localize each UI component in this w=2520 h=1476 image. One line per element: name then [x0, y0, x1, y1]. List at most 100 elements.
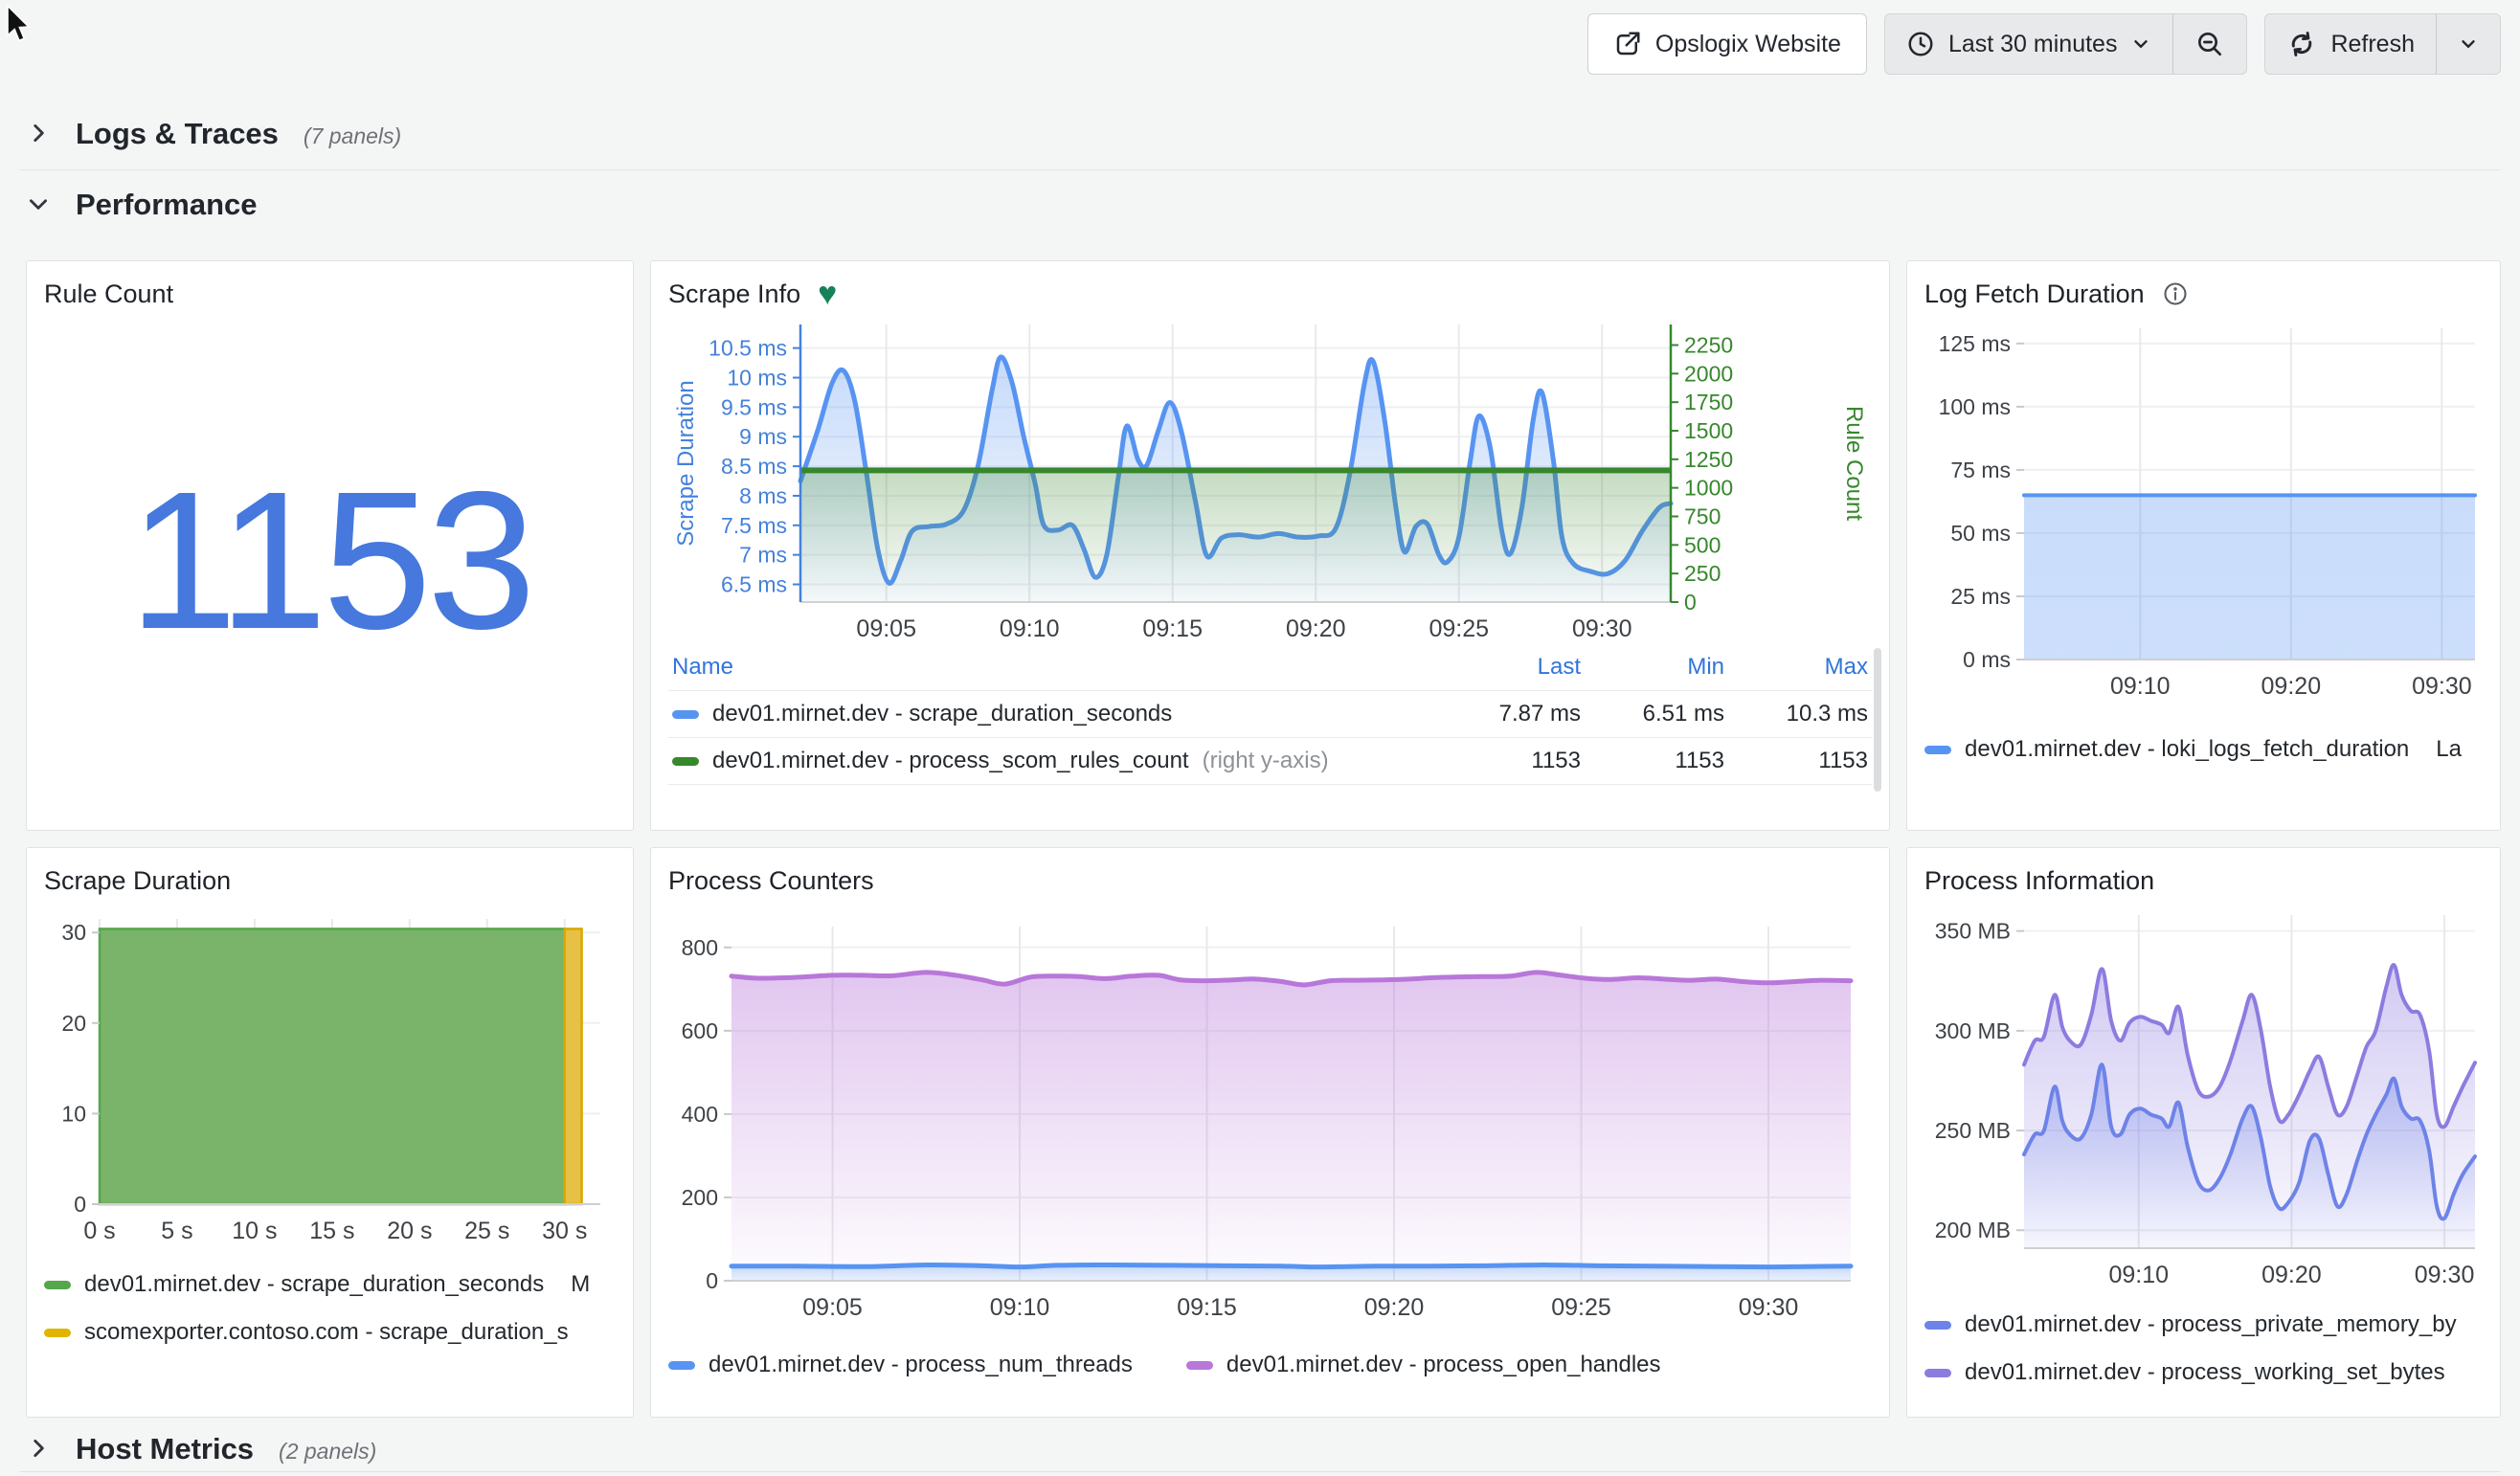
svg-text:09:30: 09:30 — [2412, 673, 2472, 700]
svg-text:09:20: 09:20 — [2261, 673, 2322, 700]
chevron-down-icon — [26, 191, 51, 216]
scrape-info-chart[interactable]: 10.5 ms10 ms9.5 ms9 ms8.5 ms8 ms7.5 ms7 … — [668, 319, 1868, 644]
legend-item[interactable]: dev01.mirnet.dev - scrape_duration_secon… — [44, 1264, 616, 1306]
series-swatch — [668, 1361, 695, 1370]
process-information-chart[interactable]: 350 MB300 MB250 MB200 MB09:1009:2009:30 — [1924, 907, 2485, 1290]
svg-text:7.5 ms: 7.5 ms — [721, 513, 787, 538]
svg-text:350 MB: 350 MB — [1935, 919, 2011, 944]
svg-text:200 MB: 200 MB — [1935, 1218, 2011, 1242]
panel-title[interactable]: Process Counters — [668, 866, 874, 896]
svg-text:50 ms: 50 ms — [1950, 521, 2011, 546]
svg-text:750: 750 — [1684, 503, 1721, 528]
row-panel-count: (7 panels) — [304, 123, 401, 149]
chevron-down-icon — [2458, 34, 2479, 55]
time-picker-group: Last 30 minutes — [1884, 13, 2248, 75]
mouse-cursor — [6, 6, 38, 44]
rule-count-stat-value: 1153 — [128, 448, 531, 674]
svg-text:25 ms: 25 ms — [1950, 584, 2011, 609]
series-name[interactable]: dev01.mirnet.dev - process_open_handles — [1226, 1352, 1661, 1378]
legend-item[interactable]: dev01.mirnet.dev - process_open_handles — [1186, 1344, 1661, 1386]
svg-text:09:15: 09:15 — [1177, 1294, 1237, 1321]
legend-item[interactable]: dev01.mirnet.dev - process_working_set_b… — [1924, 1352, 2483, 1394]
series-min: 1153 — [1585, 738, 1728, 785]
series-name[interactable]: dev01.mirnet.dev - scrape_duration_secon… — [84, 1271, 544, 1298]
row-panel-count: (2 panels) — [279, 1439, 376, 1465]
panel-title[interactable]: Scrape Info — [668, 280, 800, 309]
svg-text:200: 200 — [682, 1185, 718, 1210]
log-fetch-chart[interactable]: 125 ms100 ms75 ms50 ms25 ms0 ms09:1009:2… — [1924, 321, 2485, 704]
svg-text:09:05: 09:05 — [802, 1294, 863, 1321]
panel-scrape-info: Scrape Info ♥ 10.5 ms10 ms9.5 ms9 ms8.5 … — [650, 260, 1890, 831]
refresh-group: Refresh — [2264, 13, 2501, 75]
series-swatch — [1924, 1321, 1951, 1330]
series-swatch — [672, 757, 699, 766]
series-max: 10.3 ms — [1728, 691, 1872, 738]
time-range-button[interactable]: Last 30 minutes — [1885, 14, 2173, 74]
series-name[interactable]: dev01.mirnet.dev - scrape_duration_secon… — [712, 701, 1172, 727]
panel-title[interactable]: Rule Count — [44, 280, 173, 309]
scrape-duration-legend: dev01.mirnet.dev - scrape_duration_secon… — [44, 1264, 616, 1353]
svg-text:2000: 2000 — [1684, 361, 1733, 386]
series-swatch — [44, 1281, 71, 1289]
refresh-interval-button[interactable] — [2436, 14, 2500, 74]
svg-text:09:10: 09:10 — [990, 1294, 1050, 1321]
chevron-down-icon — [2130, 34, 2151, 55]
svg-text:20: 20 — [61, 1011, 86, 1036]
series-name[interactable]: dev01.mirnet.dev - process_private_memor… — [1965, 1311, 2457, 1338]
panel-title[interactable]: Log Fetch Duration — [1924, 280, 2145, 309]
scrape-duration-chart[interactable]: 30201000 s5 s10 s15 s20 s25 s30 s — [44, 907, 616, 1252]
row-performance[interactable]: Performance — [26, 188, 258, 222]
series-name[interactable]: dev01.mirnet.dev - process_num_threads — [709, 1352, 1133, 1378]
svg-text:8 ms: 8 ms — [739, 483, 787, 508]
refresh-button[interactable]: Refresh — [2265, 14, 2436, 74]
opslogix-website-button[interactable]: Opslogix Website — [1587, 13, 1867, 75]
series-name[interactable]: dev01.mirnet.dev - loki_logs_fetch_durat… — [1965, 736, 2409, 763]
series-name[interactable]: scomexporter.contoso.com - scrape_durati… — [84, 1319, 569, 1346]
svg-text:0: 0 — [74, 1192, 86, 1217]
svg-text:1000: 1000 — [1684, 476, 1733, 501]
legend-col-last[interactable]: Last — [1441, 646, 1585, 691]
svg-text:09:25: 09:25 — [1429, 615, 1489, 642]
legend-item[interactable]: scomexporter.contoso.com - scrape_durati… — [44, 1311, 616, 1353]
svg-text:9 ms: 9 ms — [739, 424, 787, 449]
legend-scrollbar[interactable] — [1874, 648, 1881, 792]
svg-text:09:20: 09:20 — [1364, 1294, 1425, 1321]
legend-col-max[interactable]: Max — [1728, 646, 1872, 691]
svg-text:30: 30 — [61, 920, 86, 945]
panel-title[interactable]: Scrape Duration — [44, 866, 231, 896]
legend-item[interactable]: dev01.mirnet.dev - loki_logs_fetch_durat… — [1924, 728, 2483, 771]
svg-text:600: 600 — [682, 1018, 718, 1043]
row-title: Host Metrics — [76, 1432, 254, 1466]
table-row[interactable]: dev01.mirnet.dev - scrape_duration_secon… — [668, 691, 1872, 738]
svg-text:1500: 1500 — [1684, 418, 1733, 443]
svg-text:15 s: 15 s — [309, 1218, 354, 1244]
legend-item[interactable]: dev01.mirnet.dev - process_num_threads — [668, 1344, 1133, 1386]
legend-meta: M — [571, 1271, 590, 1298]
process-counters-legend: dev01.mirnet.dev - process_num_threads d… — [668, 1344, 1872, 1386]
svg-text:0 s: 0 s — [83, 1218, 115, 1244]
row-logs-traces[interactable]: Logs & Traces (7 panels) — [26, 117, 401, 151]
row-host-metrics[interactable]: Host Metrics (2 panels) — [26, 1432, 376, 1466]
table-row[interactable]: dev01.mirnet.dev - process_scom_rules_co… — [668, 738, 1872, 785]
series-name[interactable]: dev01.mirnet.dev - process_working_set_b… — [1965, 1359, 2445, 1386]
process-counters-chart[interactable]: 800600400200009:0509:1009:1509:2009:2509… — [668, 917, 1868, 1329]
svg-text:09:30: 09:30 — [2415, 1262, 2475, 1288]
magnifier-minus-icon — [2194, 29, 2225, 59]
chevron-right-icon — [26, 1436, 51, 1461]
chevron-right-icon — [26, 121, 51, 145]
series-swatch — [1924, 1369, 1951, 1377]
legend-item[interactable]: dev01.mirnet.dev - process_private_memor… — [1924, 1304, 2483, 1346]
panel-title[interactable]: Process Information — [1924, 866, 2154, 896]
svg-text:09:20: 09:20 — [2261, 1262, 2322, 1288]
zoom-out-time-button[interactable] — [2172, 14, 2246, 74]
svg-text:Rule Count: Rule Count — [1841, 406, 1867, 521]
series-name[interactable]: dev01.mirnet.dev - process_scom_rules_co… — [712, 748, 1189, 774]
legend-col-name[interactable]: Name — [668, 646, 1441, 691]
info-icon[interactable] — [2162, 280, 2189, 307]
svg-text:0: 0 — [1684, 590, 1697, 615]
svg-text:1750: 1750 — [1684, 390, 1733, 414]
svg-text:10: 10 — [61, 1101, 86, 1126]
svg-text:20 s: 20 s — [387, 1218, 432, 1244]
svg-text:250: 250 — [1684, 561, 1721, 586]
legend-col-min[interactable]: Min — [1585, 646, 1728, 691]
